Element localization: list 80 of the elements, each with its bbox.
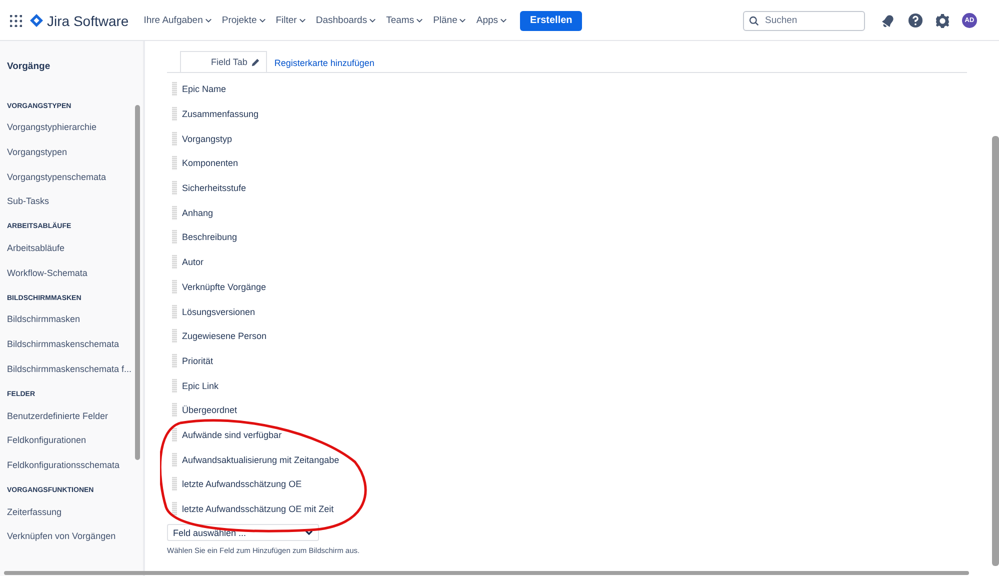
tab[interactable]: Field Tab [180, 51, 268, 72]
horizontal-scrollbar[interactable] [4, 571, 969, 575]
add-tab-link[interactable]: Registerkarte hinzufügen [267, 51, 382, 72]
chevron-down-icon [416, 18, 424, 23]
search-icon [749, 16, 759, 26]
sidebar-title: Vorgänge [7, 61, 52, 74]
sidebar-item[interactable]: Bildschirmmaskenschemata f... [7, 356, 143, 382]
nav-menu[interactable]: Teams [381, 10, 428, 30]
sidebar-item[interactable]: Zeiterfassung [7, 499, 143, 524]
product-name[interactable]: Jira Software [47, 12, 129, 28]
drag-handle[interactable] [172, 132, 177, 146]
field-name: Lösungsversionen [182, 306, 256, 317]
sidebar-item[interactable]: Bildschirmmasken [7, 307, 143, 332]
drag-handle[interactable] [172, 304, 177, 319]
nav-menu[interactable]: Apps [471, 10, 512, 30]
sidebar-item[interactable]: Sub-Tasks [7, 189, 143, 214]
field-name: Anhang [182, 208, 214, 218]
chevron-down-icon [258, 18, 266, 23]
drag-handle[interactable] [172, 354, 177, 368]
sidebar-item[interactable]: Feldkonfigurationen [7, 428, 143, 453]
nav-menu[interactable]: Pläne [428, 10, 472, 30]
field-name: Beschreibung [182, 232, 238, 242]
help-icon[interactable] [908, 13, 923, 28]
drag-handle[interactable] [172, 206, 177, 220]
sidebar-item[interactable]: Arbeitsabläufe [7, 236, 143, 260]
field-name: Zusammenfassung [182, 109, 259, 120]
field-name: Komponenten [182, 158, 238, 168]
create-button[interactable]: Erstellen [520, 10, 582, 30]
logo-icon [30, 14, 43, 27]
app-switcher-icon[interactable] [10, 14, 22, 26]
drag-handle[interactable] [172, 82, 177, 96]
field-name: Epic Name [182, 84, 226, 94]
field-name: letzte Aufwandsschätzung OE mit Zeit [182, 504, 334, 514]
field-name: Verknüpfte Vorgänge [182, 282, 266, 292]
drag-handle[interactable] [172, 502, 177, 516]
field-select[interactable]: Feld auswählen ... [167, 524, 319, 542]
nav-menu[interactable]: Projekte [216, 10, 271, 30]
drag-handle[interactable] [172, 181, 177, 196]
sidebar-item[interactable]: Vorgangstypenschemata [7, 164, 143, 190]
drag-handle[interactable] [172, 477, 177, 492]
field-name: Autor [182, 257, 204, 268]
drag-handle[interactable] [172, 452, 177, 467]
drag-handle[interactable] [172, 255, 177, 270]
sidebar-item[interactable]: Workflow-Schemata [7, 260, 143, 286]
sidebar-item[interactable]: Bildschirmmaskenschemata [7, 332, 143, 356]
field-name: Priorität [182, 356, 214, 366]
field-name: Zugewiesene Person [182, 331, 267, 342]
drag-handle[interactable] [172, 428, 177, 442]
sidebar-item[interactable]: Verknüpfen von Vorgängen [7, 524, 143, 549]
caret-icon [305, 530, 313, 536]
chevron-down-icon [204, 18, 212, 23]
drag-handle[interactable] [172, 403, 177, 418]
sidebar-item[interactable]: Benutzerdefinierte Felder [7, 403, 143, 428]
sidebar-item[interactable]: Feldkonfigurationsschemata [7, 452, 143, 478]
chevron-down-icon [459, 18, 466, 23]
field-name: letzte Aufwandsschätzung OE [182, 479, 302, 490]
drag-handle[interactable] [172, 107, 177, 122]
field-name: Vorgangstyp [182, 134, 232, 144]
drag-handle[interactable] [172, 329, 177, 344]
nav-menu[interactable]: Ihre Aufgaben [138, 10, 217, 30]
sidebar-item[interactable]: Vorgangstypen [7, 140, 143, 164]
settings-icon[interactable] [935, 13, 950, 28]
field-name: Aufwandsaktualisierung mit Zeitangabe [182, 454, 340, 465]
drag-handle[interactable] [172, 280, 177, 294]
field-name: Epic Link [182, 380, 219, 391]
edit-icon[interactable] [251, 58, 260, 66]
drag-handle[interactable] [172, 230, 177, 244]
chevron-down-icon [369, 18, 376, 23]
field-name: Übergeordnet [182, 405, 238, 416]
chevron-down-icon [298, 18, 306, 23]
drag-handle[interactable] [172, 378, 177, 393]
chevron-down-icon [500, 18, 508, 23]
search-field[interactable]: Suchen [743, 10, 865, 30]
sidebar-item[interactable]: Vorgangstyphierarchie [7, 115, 143, 140]
field-name: Aufwände sind verfügbar [182, 430, 282, 440]
drag-handle[interactable] [172, 156, 177, 170]
field-name: Sicherheitsstufe [182, 183, 246, 194]
nav-menu[interactable]: Dashboards [310, 10, 382, 30]
nav-menu[interactable]: Filter [270, 10, 311, 30]
notification-icon[interactable] [881, 13, 896, 28]
